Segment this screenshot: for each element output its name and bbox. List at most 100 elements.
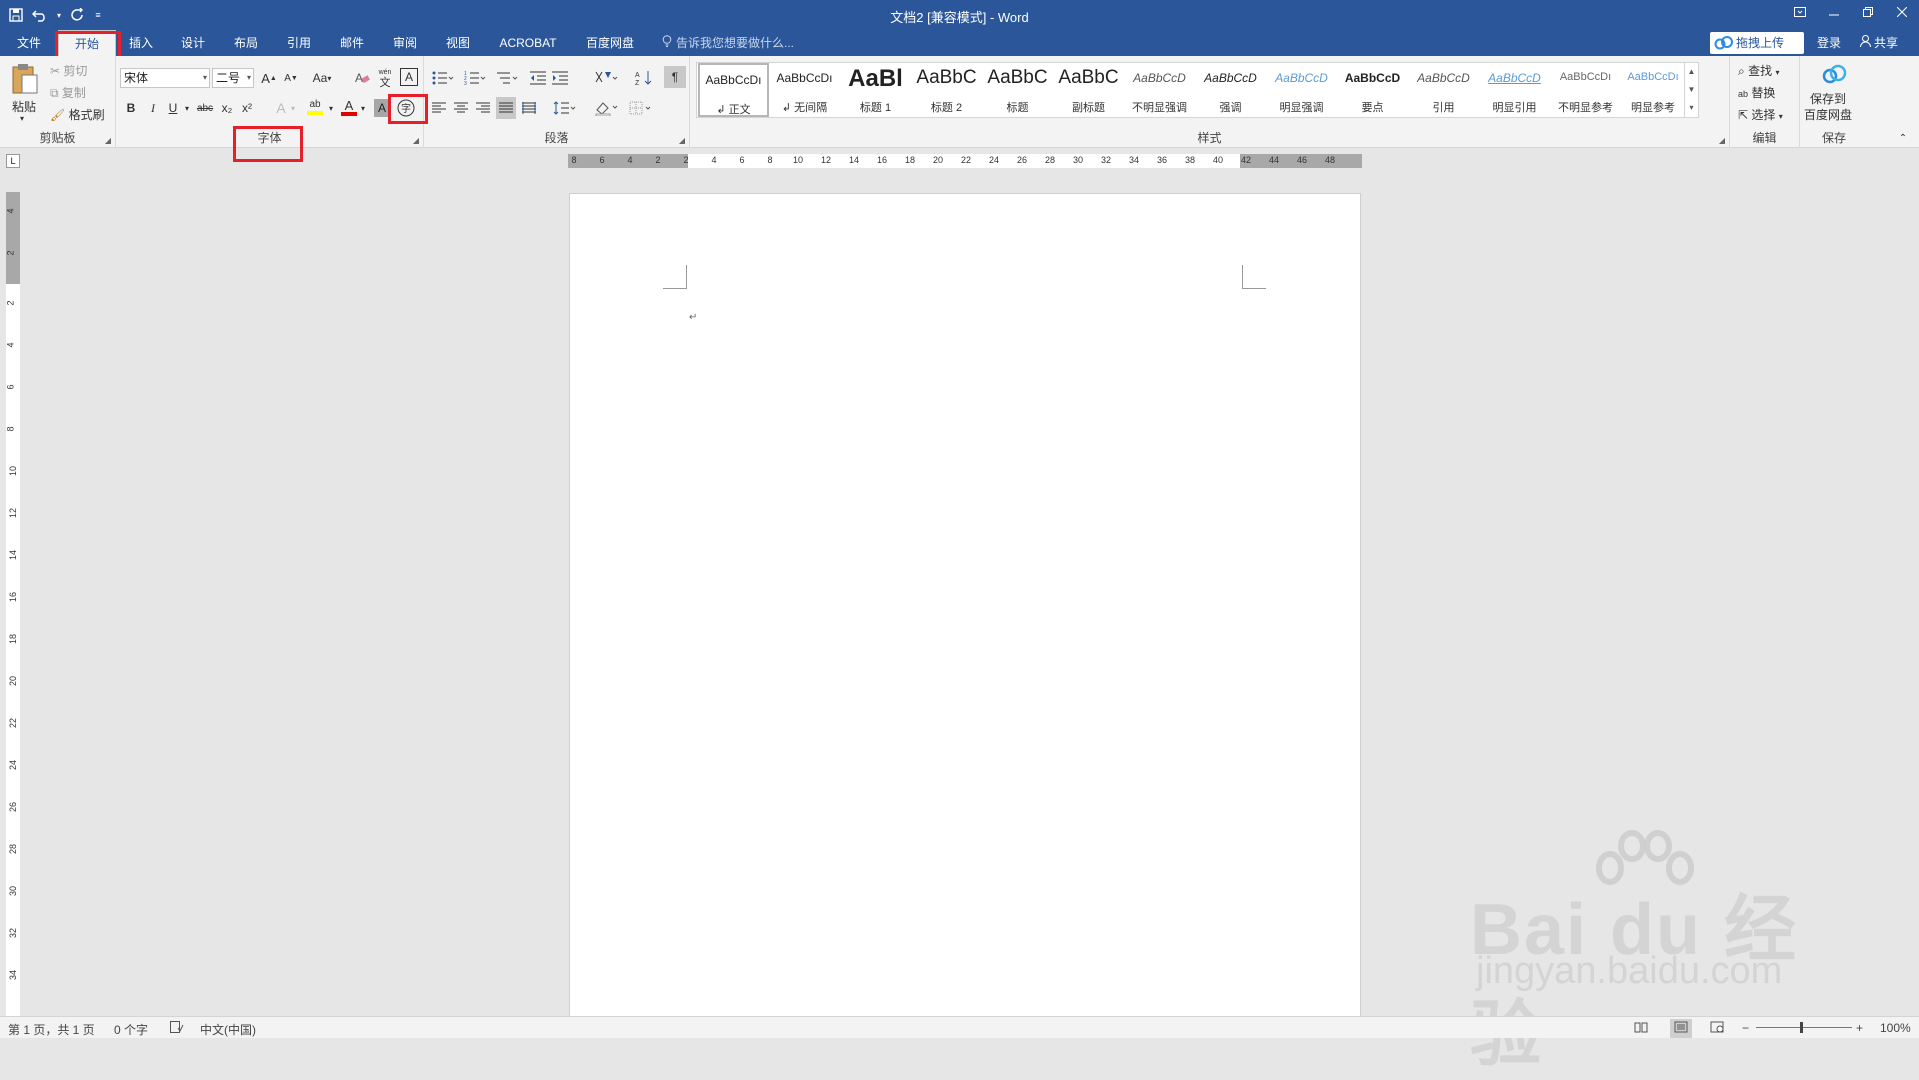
highlight-dropdown-icon[interactable]: ▾ — [326, 98, 336, 118]
tab-view[interactable]: 视图 — [437, 30, 479, 56]
web-layout-icon[interactable] — [1710, 1021, 1724, 1036]
read-mode-icon[interactable] — [1634, 1021, 1648, 1036]
style-item[interactable]: AaBbCcDı 明显参考 — [1621, 63, 1685, 117]
tab-baidu-netdisk[interactable]: 百度网盘 — [576, 30, 644, 56]
zoom-in-icon[interactable]: + — [1856, 1021, 1863, 1035]
borders-icon[interactable] — [626, 98, 656, 118]
style-item[interactable]: AaBbCcD 明显引用 — [1479, 63, 1550, 117]
styles-gallery-scroll[interactable]: ▲ ▼ ▾ — [1684, 63, 1698, 117]
horizontal-ruler[interactable]: 8 6 4 2 2 4 6 8 10 12 14 16 18 20 22 24 26 28 30 32 34 36 38 40… — [568, 154, 1362, 168]
vertical-ruler[interactable]: 4 2 2 4 6 8 10 12 14 16 18 20 22 24 26 28 30 32 34 — [6, 192, 20, 1016]
tell-me-search[interactable]: 告诉我您想要做什么... — [662, 30, 794, 56]
tab-acrobat[interactable]: ACROBAT — [492, 30, 564, 56]
cut-button[interactable]: ✂ 剪切 — [50, 62, 87, 79]
style-item[interactable]: AaBbCcDı ↲ 无间隔 — [769, 63, 840, 117]
style-item[interactable]: AaBbCcDı ↲ 正文 — [698, 63, 769, 117]
chinese-layout-icon[interactable] — [592, 68, 620, 88]
font-launcher-icon[interactable]: ◢ — [413, 136, 419, 145]
underline-icon[interactable]: U — [164, 98, 182, 118]
line-spacing-icon[interactable] — [550, 98, 580, 118]
save-to-label-2[interactable]: 百度网盘 — [1804, 106, 1852, 123]
save-to-label-1[interactable]: 保存到 — [1810, 90, 1846, 107]
style-item[interactable]: AaBbCcD 强调 — [1195, 63, 1266, 117]
paragraph-launcher-icon[interactable]: ◢ — [679, 136, 685, 145]
style-item[interactable]: AaBbCcD 引用 — [1408, 63, 1479, 117]
find-button[interactable]: ⌕ 查找 ▾ — [1738, 62, 1779, 79]
print-layout-icon[interactable] — [1670, 1019, 1692, 1038]
share-button[interactable]: 共享 — [1860, 30, 1898, 56]
collapse-ribbon-icon[interactable]: ⌃ — [1896, 132, 1910, 144]
chevron-down-icon[interactable]: ▼ — [1685, 81, 1698, 99]
style-item[interactable]: AaBbCcD 明显强调 — [1266, 63, 1337, 117]
drag-upload-button[interactable]: 拖拽上传 — [1710, 32, 1804, 54]
document-page[interactable]: ↵ — [569, 193, 1361, 1018]
tab-home[interactable]: 开始 — [58, 30, 116, 56]
enclose-characters-icon[interactable]: 字 — [396, 98, 416, 118]
style-item[interactable]: AaBbCcD 要点 — [1337, 63, 1408, 117]
clear-formatting-icon[interactable]: A — [352, 68, 372, 88]
select-button[interactable]: ⇱ 选择 ▾ — [1738, 106, 1783, 123]
word-count[interactable]: 0 个字 — [114, 1021, 148, 1038]
more-icon[interactable]: ▾ — [1685, 99, 1698, 117]
style-item[interactable]: AaBbCcD 不明显强调 — [1124, 63, 1195, 117]
shrink-font-icon[interactable]: A ▼ — [282, 68, 300, 88]
font-size-combo[interactable]: 二号 ▾ — [212, 68, 254, 88]
zoom-level[interactable]: 100% — [1880, 1021, 1911, 1035]
baidu-cloud-icon[interactable] — [1820, 62, 1848, 86]
highlight-color-icon[interactable]: ab — [304, 96, 326, 118]
tab-mailings[interactable]: 邮件 — [331, 30, 373, 56]
character-shading-icon[interactable]: A — [374, 99, 390, 117]
tab-insert[interactable]: 插入 — [120, 30, 162, 56]
restore-icon[interactable] — [1851, 0, 1885, 24]
align-right-icon[interactable] — [474, 98, 492, 118]
font-color-dropdown-icon[interactable]: ▾ — [358, 98, 368, 118]
phonetic-guide-icon[interactable]: wén 文 — [374, 66, 396, 90]
bold-icon[interactable]: B — [122, 98, 140, 118]
superscript-icon[interactable]: x² — [238, 98, 256, 118]
style-item[interactable]: AaBl 标题 1 — [840, 63, 911, 117]
increase-indent-icon[interactable] — [550, 68, 570, 88]
tab-review[interactable]: 审阅 — [384, 30, 426, 56]
decrease-indent-icon[interactable] — [528, 68, 548, 88]
justify-icon[interactable] — [496, 97, 516, 119]
underline-dropdown-icon[interactable]: ▾ — [182, 98, 192, 118]
replace-button[interactable]: ab 替换 — [1738, 84, 1775, 101]
style-item[interactable]: AaBbC 副标题 — [1053, 63, 1124, 117]
tab-layout[interactable]: 布局 — [225, 30, 267, 56]
chevron-up-icon[interactable]: ▲ — [1685, 63, 1698, 81]
ribbon-display-icon[interactable] — [1783, 0, 1817, 24]
tab-file[interactable]: 文件 — [8, 30, 50, 56]
strikethrough-icon[interactable]: abc — [194, 98, 216, 118]
font-color-icon[interactable]: A — [340, 96, 358, 118]
zoom-out-icon[interactable]: − — [1742, 1021, 1749, 1035]
paste-label[interactable]: 粘贴 — [12, 98, 36, 115]
proofing-icon[interactable] — [170, 1021, 184, 1036]
zoom-slider-track[interactable] — [1756, 1027, 1852, 1028]
copy-button[interactable]: ⧉ 复制 — [50, 84, 86, 101]
tab-references[interactable]: 引用 — [278, 30, 320, 56]
distributed-icon[interactable] — [520, 98, 538, 118]
language-indicator[interactable]: 中文(中国) — [200, 1021, 256, 1038]
italic-icon[interactable]: I — [144, 98, 162, 118]
bullets-icon[interactable] — [430, 68, 456, 88]
paste-icon[interactable] — [8, 62, 42, 96]
style-item[interactable]: AaBbC 标题 — [982, 63, 1053, 117]
style-item[interactable]: AaBbCcDı 不明显参考 — [1550, 63, 1621, 117]
close-icon[interactable] — [1885, 0, 1919, 24]
style-item[interactable]: AaBbC 标题 2 — [911, 63, 982, 117]
zoom-slider-thumb[interactable] — [1800, 1022, 1803, 1033]
format-painter-button[interactable]: 🖌 格式刷 — [50, 106, 105, 123]
font-name-combo[interactable]: 宋体 ▾ — [120, 68, 210, 88]
multilevel-list-icon[interactable] — [494, 68, 520, 88]
align-center-icon[interactable] — [452, 98, 470, 118]
align-left-icon[interactable] — [430, 98, 448, 118]
clipboard-launcher-icon[interactable]: ◢ — [105, 136, 111, 145]
tab-selector[interactable]: L — [6, 154, 20, 168]
text-effects-dropdown-icon[interactable]: ▾ — [288, 98, 298, 118]
paste-dropdown-icon[interactable]: ▾ — [20, 114, 24, 123]
grow-font-icon[interactable]: A ▲ — [260, 68, 278, 88]
minimize-icon[interactable] — [1817, 0, 1851, 24]
paragraph-shading-icon[interactable] — [592, 98, 622, 118]
character-border-icon[interactable]: A — [400, 68, 418, 86]
login-link[interactable]: 登录 — [1817, 30, 1841, 56]
